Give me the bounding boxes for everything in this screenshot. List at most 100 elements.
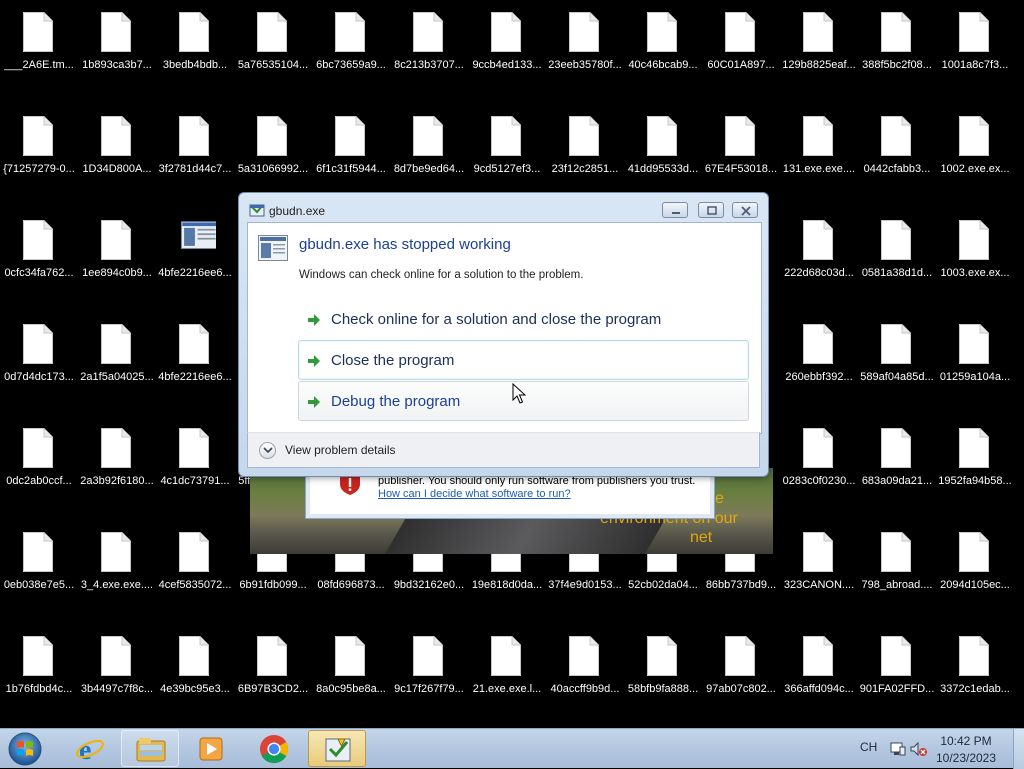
security-help-link[interactable]: How can I decide what software to run? bbox=[378, 488, 571, 500]
desktop-file-icon[interactable]: 5a31066992... bbox=[234, 104, 312, 190]
desktop-file-icon[interactable]: 01259a104a... bbox=[936, 312, 1014, 398]
close-button[interactable] bbox=[732, 202, 758, 218]
desktop-file-label: 4cef5835072... bbox=[158, 579, 232, 591]
desktop-file-icon[interactable]: 1b76fdbd4c... bbox=[0, 624, 78, 710]
desktop-file-icon[interactable]: 8a0c95be8a... bbox=[312, 624, 390, 710]
media-player-taskbar-button[interactable] bbox=[183, 730, 241, 767]
desktop-file-icon[interactable]: 1001a8c7f3... bbox=[936, 0, 1014, 86]
desktop-file-icon[interactable]: 3372c1edab... bbox=[936, 624, 1014, 710]
desktop-file-icon[interactable]: 1002.exe.ex... bbox=[936, 104, 1014, 190]
desktop-file-icon[interactable]: 7 bbox=[1014, 624, 1024, 710]
desktop-file-icon[interactable]: 5 bbox=[1014, 312, 1024, 398]
dialog-titlebar[interactable]: gbudn.exe bbox=[239, 193, 768, 223]
minimize-icon bbox=[672, 212, 680, 214]
desktop-file-icon[interactable]: 0581a38d1d... bbox=[858, 208, 936, 294]
desktop-file-icon[interactable]: 4bfe2216ee6... bbox=[156, 208, 234, 294]
desktop-file-icon[interactable]: 9ccb4ed133... bbox=[468, 0, 546, 86]
desktop-file-icon[interactable]: 0283c0f0230... bbox=[780, 416, 858, 502]
desktop-file-icon[interactable]: 1ee894c0b9... bbox=[78, 208, 156, 294]
desktop-file-icon[interactable]: 9cd5127ef3... bbox=[468, 104, 546, 190]
close-program-option[interactable]: Close the program bbox=[298, 340, 749, 380]
desktop-file-icon[interactable]: 0dc2ab0ccf... bbox=[0, 416, 78, 502]
desktop-file-icon[interactable]: 2a1f5a04025... bbox=[78, 312, 156, 398]
desktop-file-icon[interactable]: 683a09da21... bbox=[858, 416, 936, 502]
desktop-file-icon[interactable]: 4e39bc95e3... bbox=[156, 624, 234, 710]
desktop-file-icon[interactable]: 8c213b3707... bbox=[390, 0, 468, 86]
desktop-file-icon[interactable]: 1003.exe.ex... bbox=[936, 208, 1014, 294]
desktop-file-icon[interactable]: 131.exe.exe.... bbox=[780, 104, 858, 190]
gbudn-taskbar-button[interactable] bbox=[308, 730, 366, 767]
desktop-file-label: 0 bbox=[1012, 163, 1024, 176]
desktop-file-icon[interactable]: 798_abroad.... bbox=[858, 520, 936, 606]
desktop-file-icon[interactable]: 4c1dc73791... bbox=[156, 416, 234, 502]
desktop-file-icon[interactable]: 3bedb4bdb... bbox=[156, 0, 234, 86]
desktop-file-icon[interactable]: 388f5bc2f08... bbox=[858, 0, 936, 86]
desktop-file-icon[interactable]: 1D34D800A... bbox=[78, 104, 156, 190]
desktop-file-icon[interactable]: 6 bbox=[1014, 520, 1024, 606]
desktop-file-icon[interactable]: 0442cfabb3... bbox=[858, 104, 936, 190]
desktop-file-icon[interactable]: 8d7be9ed64... bbox=[390, 104, 468, 190]
desktop-file-icon[interactable]: {71257279-0... bbox=[0, 104, 78, 190]
clock-date[interactable]: 10/23/2023 bbox=[919, 751, 1013, 765]
desktop-file-icon[interactable]: 4cef5835072... bbox=[156, 520, 234, 606]
desktop-file-label: 2a1f5a04025... bbox=[80, 371, 154, 383]
view-problem-details-link[interactable]: View problem details bbox=[285, 443, 396, 457]
desktop-file-icon[interactable]: 23f12c2851... bbox=[546, 104, 624, 190]
desktop-file-icon[interactable]: 3f2781d44c7... bbox=[156, 104, 234, 190]
desktop-file-icon[interactable]: 2094d105ec... bbox=[936, 520, 1014, 606]
desktop-file-icon[interactable]: 1 bbox=[1014, 0, 1024, 86]
language-indicator[interactable]: CH bbox=[860, 740, 877, 754]
file-explorer-taskbar-button[interactable] bbox=[121, 730, 179, 767]
desktop-file-icon[interactable]: 40c46bcab9... bbox=[624, 0, 702, 86]
desktop-file-icon[interactable]: 0 bbox=[1014, 208, 1024, 294]
desktop-file-icon[interactable]: 60C01A897... bbox=[702, 0, 780, 86]
desktop-file-label: 86bb737bd9... bbox=[705, 579, 777, 591]
chrome-taskbar-button[interactable] bbox=[245, 730, 303, 767]
internet-explorer-taskbar-button[interactable]: e bbox=[62, 730, 120, 767]
desktop-file-icon[interactable]: ___2A6E.tm... bbox=[0, 0, 78, 86]
desktop-file-icon[interactable]: 6B97B3CD2... bbox=[234, 624, 312, 710]
desktop-file-label: 0dc2ab0ccf... bbox=[6, 475, 72, 487]
desktop-file-icon[interactable]: 2a3b92f6180... bbox=[78, 416, 156, 502]
desktop-file-icon[interactable]: 0 bbox=[1014, 104, 1024, 190]
desktop-file-icon[interactable]: 40accff9b9d... bbox=[546, 624, 624, 710]
desktop-file-icon[interactable]: 222d68c03d... bbox=[780, 208, 858, 294]
desktop-file-icon[interactable]: 4bfe2216ee6... bbox=[156, 312, 234, 398]
blank-file-icon bbox=[491, 12, 521, 52]
show-desktop-button[interactable] bbox=[1013, 729, 1024, 769]
desktop-file-icon[interactable]: 23eeb35780f... bbox=[546, 0, 624, 86]
desktop-file-icon[interactable]: 323CANON.... bbox=[780, 520, 858, 606]
check-online-option[interactable]: Check online for a solution and close th… bbox=[298, 299, 749, 339]
desktop-file-icon[interactable]: 3_4.exe.exe.... bbox=[78, 520, 156, 606]
start-button[interactable] bbox=[6, 731, 44, 767]
desktop-file-icon[interactable]: ( bbox=[1014, 416, 1024, 502]
expand-details-button[interactable] bbox=[259, 442, 276, 459]
desktop-file-icon[interactable]: 0d7d4dc173... bbox=[0, 312, 78, 398]
desktop-file-label: 0cfc34fa762... bbox=[4, 267, 74, 279]
desktop-file-icon[interactable]: 1952fa94b58... bbox=[936, 416, 1014, 502]
action-center-icon[interactable] bbox=[890, 741, 906, 757]
desktop-file-icon[interactable]: 9c17f267f79... bbox=[390, 624, 468, 710]
desktop-file-icon[interactable]: 0cfc34fa762... bbox=[0, 208, 78, 294]
desktop-file-icon[interactable]: 366affd094c... bbox=[780, 624, 858, 710]
blank-file-icon bbox=[881, 12, 911, 52]
desktop-file-icon[interactable]: 260ebbf392... bbox=[780, 312, 858, 398]
desktop-file-icon[interactable]: 6bc73659a9... bbox=[312, 0, 390, 86]
desktop-file-icon[interactable]: 0eb038e7e5... bbox=[0, 520, 78, 606]
desktop-file-icon[interactable]: 41dd95533d... bbox=[624, 104, 702, 190]
clock-time[interactable]: 10:42 PM bbox=[919, 734, 1013, 748]
desktop-file-icon[interactable]: 589af04a85d... bbox=[858, 312, 936, 398]
desktop-file-icon[interactable]: 5a76535104... bbox=[234, 0, 312, 86]
desktop-file-icon[interactable]: 901FA02FFD... bbox=[858, 624, 936, 710]
desktop-file-icon[interactable]: 3b4497c7f8c... bbox=[78, 624, 156, 710]
desktop-file-icon[interactable]: 1b893ca3b7... bbox=[78, 0, 156, 86]
minimize-button[interactable] bbox=[662, 202, 688, 218]
desktop-file-icon[interactable]: 21.exe.exe.l... bbox=[468, 624, 546, 710]
desktop-file-icon[interactable]: 6f1c31f5944... bbox=[312, 104, 390, 190]
maximize-button[interactable] bbox=[698, 202, 724, 218]
desktop-file-label: 23f12c2851... bbox=[551, 163, 619, 175]
desktop-file-icon[interactable]: 67E4F53018... bbox=[702, 104, 780, 190]
desktop-file-icon[interactable]: 129b8825eaf... bbox=[780, 0, 858, 86]
desktop-file-icon[interactable]: 97ab07c802... bbox=[702, 624, 780, 710]
desktop-file-icon[interactable]: 58bfb9fa888... bbox=[624, 624, 702, 710]
